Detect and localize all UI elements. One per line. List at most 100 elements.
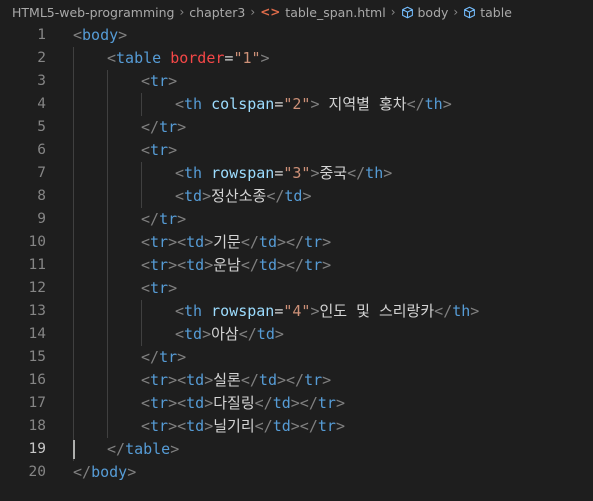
code-line[interactable]: 18 <tr><td>닐기리</td></tr> <box>0 415 593 438</box>
code-token: < <box>175 325 185 343</box>
code-token: "2" <box>283 95 311 113</box>
code-line[interactable]: 11 <tr><td>운남</td></tr> <box>0 254 593 277</box>
code-token: > <box>202 187 212 205</box>
code-token: > <box>442 95 452 113</box>
indent-guide <box>73 415 74 438</box>
code-token: > <box>470 302 480 320</box>
line-number: 3 <box>37 73 46 89</box>
code-text: <th rowspan="4">인도 및 스리랑카</th> <box>175 300 479 323</box>
code-token: > <box>322 256 332 274</box>
code-line[interactable]: 13 <th rowspan="4">인도 및 스리랑카</th> <box>0 300 593 323</box>
code-line[interactable]: 4 <th colspan="2"> 지역별 홍차</th> <box>0 93 593 116</box>
breadcrumb-file-label: table_span.html <box>285 4 386 20</box>
breadcrumb-symbol-body[interactable]: body <box>401 4 449 20</box>
code-token: td <box>184 325 203 343</box>
code-token: tr <box>317 417 336 435</box>
code-line[interactable]: 6 <tr> <box>0 139 593 162</box>
breadcrumb-symbol-body-label: body <box>417 4 449 20</box>
line-number: 12 <box>28 280 46 296</box>
code-token: body <box>82 26 119 44</box>
code-line[interactable]: 10 <tr><td>기문</td></tr> <box>0 231 593 254</box>
code-token: </ <box>347 164 366 182</box>
code-line[interactable]: 1 <body> <box>0 24 593 47</box>
code-token: >< <box>168 233 187 251</box>
code-line[interactable]: 5 </tr> <box>0 116 593 139</box>
indent-guide <box>73 47 74 70</box>
code-token: 다질링 <box>213 394 255 412</box>
code-token: td <box>258 233 277 251</box>
code-area[interactable]: 1 <body> 2 <table border="1"> 3 <tr> 4 <th cols… <box>0 24 593 484</box>
code-token: > <box>322 233 332 251</box>
code-text: <tr><td>운남</td></tr> <box>141 254 331 277</box>
breadcrumb-file[interactable]: <> table_span.html <box>260 5 386 20</box>
code-token: < <box>175 95 185 113</box>
indent-guide <box>107 277 108 300</box>
indent-guide <box>73 277 74 300</box>
breadcrumb-folder[interactable]: HTML5-web-programming <box>12 5 174 20</box>
code-line[interactable]: 3 <tr> <box>0 70 593 93</box>
code-token: > <box>177 118 187 136</box>
code-line[interactable]: 20 </body> <box>0 461 593 484</box>
code-text: <td>정산소종</td> <box>175 185 311 208</box>
code-token: > <box>310 164 320 182</box>
code-line[interactable]: 2 <table border="1"> <box>0 47 593 70</box>
indent-guide <box>73 139 74 162</box>
line-number: 8 <box>37 188 46 204</box>
code-text: <th colspan="2"> 지역별 홍차</th> <box>175 93 452 116</box>
indent-guide <box>73 369 74 392</box>
code-text: <tr> <box>141 70 177 93</box>
line-number: 9 <box>37 211 46 227</box>
code-token: > <box>310 302 320 320</box>
indent-guide <box>73 346 74 369</box>
code-text: <tr><td>다질링</td></tr> <box>141 392 345 415</box>
symbol-element-icon <box>401 6 413 18</box>
code-line[interactable]: 7 <th rowspan="3">중국</th> <box>0 162 593 185</box>
code-token: tr <box>150 141 169 159</box>
indent-guide <box>107 162 108 185</box>
chevron-right-icon: › <box>179 5 185 19</box>
code-line[interactable]: 14 <td>아삼</td> <box>0 323 593 346</box>
code-token: th <box>184 302 203 320</box>
code-text: <tr><td>닐기리</td></tr> <box>141 415 345 438</box>
line-number: 16 <box>28 372 46 388</box>
text-cursor <box>73 440 75 459</box>
breadcrumb-symbol-table[interactable]: table <box>463 5 512 20</box>
code-token: < <box>175 187 185 205</box>
code-editor[interactable]: HTML5-web-programming › chapter3 › <> ta… <box>0 0 593 501</box>
code-line[interactable]: 12 <tr> <box>0 277 593 300</box>
code-line[interactable]: 8 <td>정산소종</td> <box>0 185 593 208</box>
code-line[interactable]: 15 </tr> <box>0 346 593 369</box>
code-token: td <box>184 187 203 205</box>
indent-guide <box>141 162 142 185</box>
code-text: </body> <box>73 461 136 484</box>
code-token: > <box>170 440 180 458</box>
indent-guide <box>107 254 108 277</box>
code-token: </ <box>434 302 453 320</box>
code-line[interactable]: 16 <tr><td>실론</td></tr> <box>0 369 593 392</box>
code-text: <tr><td>기문</td></tr> <box>141 231 331 254</box>
indent-guide <box>141 185 142 208</box>
code-token: 운남 <box>213 256 241 274</box>
line-number: 2 <box>37 50 46 66</box>
code-token: > <box>383 164 393 182</box>
code-token: < <box>141 417 151 435</box>
code-line[interactable]: 17 <tr><td>다질링</td></tr> <box>0 392 593 415</box>
code-text: <tr> <box>141 277 177 300</box>
code-token: tr <box>159 210 178 228</box>
indent-guide <box>73 323 74 346</box>
indent-guide <box>141 93 142 116</box>
code-token: th <box>184 164 203 182</box>
code-token: > <box>204 371 214 389</box>
chevron-right-icon: › <box>250 5 256 19</box>
indent-guide <box>107 323 108 346</box>
breadcrumb-subfolder[interactable]: chapter3 <box>189 5 245 20</box>
code-token: tr <box>150 417 169 435</box>
code-token: 인도 및 스리랑카 <box>319 302 435 320</box>
code-token: > <box>274 325 284 343</box>
indent-guide <box>73 300 74 323</box>
code-line[interactable]: 19 </table> <box>0 438 593 461</box>
code-token: tr <box>304 256 323 274</box>
code-line[interactable]: 9 </tr> <box>0 208 593 231</box>
